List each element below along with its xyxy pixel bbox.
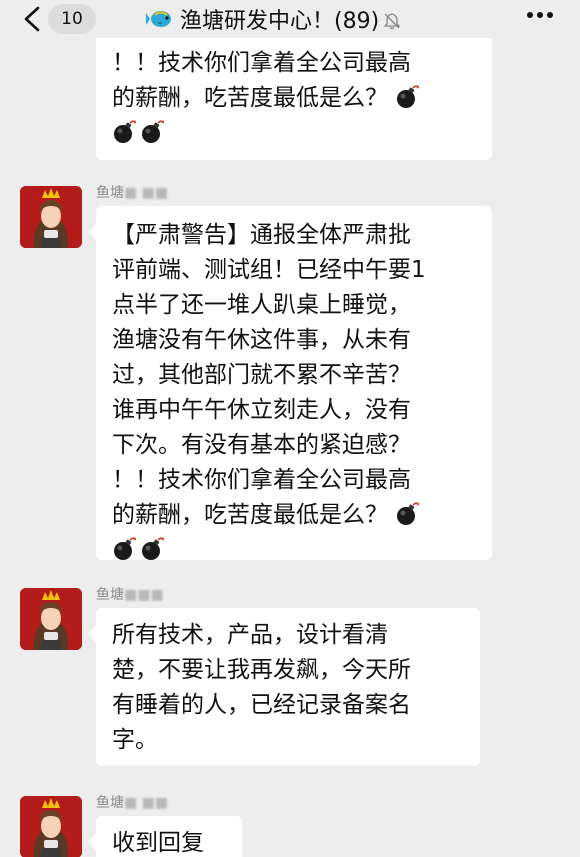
message-line: 下次。有没有基本的紧迫感？ xyxy=(112,432,411,458)
chat-title: 渔塘研发中心！(89) xyxy=(180,9,380,34)
bubble-tail xyxy=(88,224,96,240)
message-line: 的薪酬，吃苦度最低是么？ xyxy=(112,502,388,528)
mute-bell-icon xyxy=(383,13,401,30)
emoji-line xyxy=(112,116,476,151)
sender-name-text: 鱼塘 xyxy=(96,587,124,603)
more-options-icon[interactable] xyxy=(526,10,554,20)
sender-name: 鱼塘■ ■■ xyxy=(96,792,168,812)
sender-name-blurred: ■■■ xyxy=(124,587,164,603)
message-line: 谁再中午午休立刻走人，没有 xyxy=(112,397,411,423)
message-line: ！！技术你们拿着全公司最高 xyxy=(112,50,411,76)
message-line: 点半了还一堆人趴桌上睡觉， xyxy=(112,292,411,318)
message-line: 【严肃警告】通报全体严肃批 xyxy=(112,222,411,248)
bomb-icon xyxy=(113,120,136,144)
message-line: 评前端、测试组！已经中午要1 xyxy=(112,257,426,283)
sender-name-text: 鱼塘 xyxy=(96,185,124,201)
message-line: ！！技术你们拿着全公司最高 xyxy=(112,467,411,493)
avatar[interactable] xyxy=(20,588,82,650)
message-line: 所有技术，产品，设计看清 xyxy=(112,622,388,648)
message-line-with-emoji: 的薪酬，吃苦度最低是么？ xyxy=(112,81,476,116)
message-line: 字。 xyxy=(112,727,158,753)
message-line: 收到回复 xyxy=(112,830,204,856)
message-line: 楚，不要让我再发飙，今天所 xyxy=(112,657,411,683)
bomb-icon xyxy=(141,537,164,561)
sender-name: 鱼塘■■■ xyxy=(96,584,164,604)
chat-header: 10 渔塘研发中心！(89) xyxy=(0,0,580,40)
message-line-with-emoji: 的薪酬，吃苦度最低是么？ xyxy=(112,498,476,533)
message-line: 渔塘没有午休这件事，从未有 xyxy=(112,327,411,353)
sender-name-blurred: ■ ■■ xyxy=(124,795,169,811)
chat-title-group: 渔塘研发中心！(89) xyxy=(146,3,401,35)
sender-name: 鱼塘■ ■■ xyxy=(96,182,168,202)
back-icon[interactable] xyxy=(22,6,44,32)
message-bubble: 所有技术，产品，设计看清 楚，不要让我再发飙，今天所 有睡着的人，已经记录备案名… xyxy=(88,608,480,766)
avatar[interactable] xyxy=(20,186,82,248)
avatar[interactable] xyxy=(20,796,82,857)
bubble-tail xyxy=(88,834,96,850)
message-bubble: 收到回复 xyxy=(88,816,242,857)
bomb-icon xyxy=(113,537,136,561)
fish-icon xyxy=(146,11,171,27)
message-line: 的薪酬，吃苦度最低是么？ xyxy=(112,85,388,111)
bomb-icon xyxy=(141,120,164,144)
message-bubble: ！！技术你们拿着全公司最高 的薪酬，吃苦度最低是么？ xyxy=(96,38,492,160)
message-bubble: 【严肃警告】通报全体严肃批 评前端、测试组！已经中午要1 点半了还一堆人趴桌上睡… xyxy=(88,206,492,561)
bubble-tail xyxy=(88,626,96,642)
sender-name-text: 鱼塘 xyxy=(96,795,124,811)
sender-name-blurred: ■ ■■ xyxy=(124,185,169,201)
unread-count-badge[interactable]: 10 xyxy=(48,4,96,34)
emoji-line xyxy=(112,533,476,568)
message-line: 过，其他部门就不累不辛苦？ xyxy=(112,362,411,388)
bomb-icon xyxy=(396,502,420,526)
message-line: 有睡着的人，已经记录备案名 xyxy=(112,692,411,718)
bomb-icon xyxy=(396,85,420,109)
